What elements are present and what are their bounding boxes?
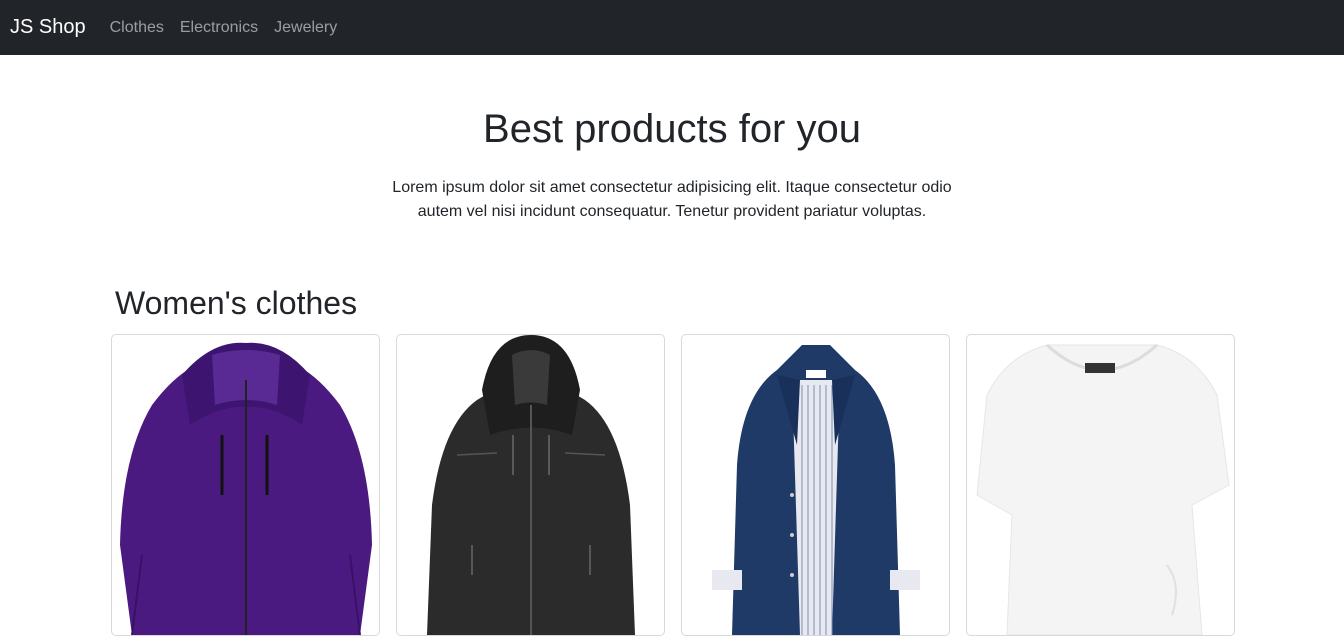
product-card[interactable]	[966, 334, 1235, 636]
nav-link-jewelery[interactable]: Jewelery	[274, 19, 337, 37]
product-card[interactable]	[681, 334, 950, 636]
purple-jacket-image	[120, 342, 372, 636]
product-card[interactable]	[111, 334, 380, 636]
product-card[interactable]	[396, 334, 665, 636]
nav-link-electronics[interactable]: Electronics	[180, 19, 258, 37]
nav-link-clothes[interactable]: Clothes	[110, 19, 164, 37]
section-title: Women's clothes	[115, 285, 358, 321]
navy-trench-jacket-image	[712, 345, 920, 636]
brand-link[interactable]: JS Shop	[10, 16, 86, 39]
product-grid	[111, 334, 1235, 636]
black-leather-jacket-image	[427, 335, 635, 636]
hero-title: Best products for you	[483, 107, 861, 151]
white-tshirt-image	[976, 344, 1230, 636]
hero-text: Lorem ipsum dolor sit amet consectetur a…	[392, 179, 952, 220]
womens-clothes-section: Women's clothes	[111, 285, 1235, 636]
hero: Best products for you Lorem ipsum dolor …	[0, 55, 1344, 224]
navbar: JS Shop Clothes Electronics Jewelery	[0, 0, 1344, 55]
